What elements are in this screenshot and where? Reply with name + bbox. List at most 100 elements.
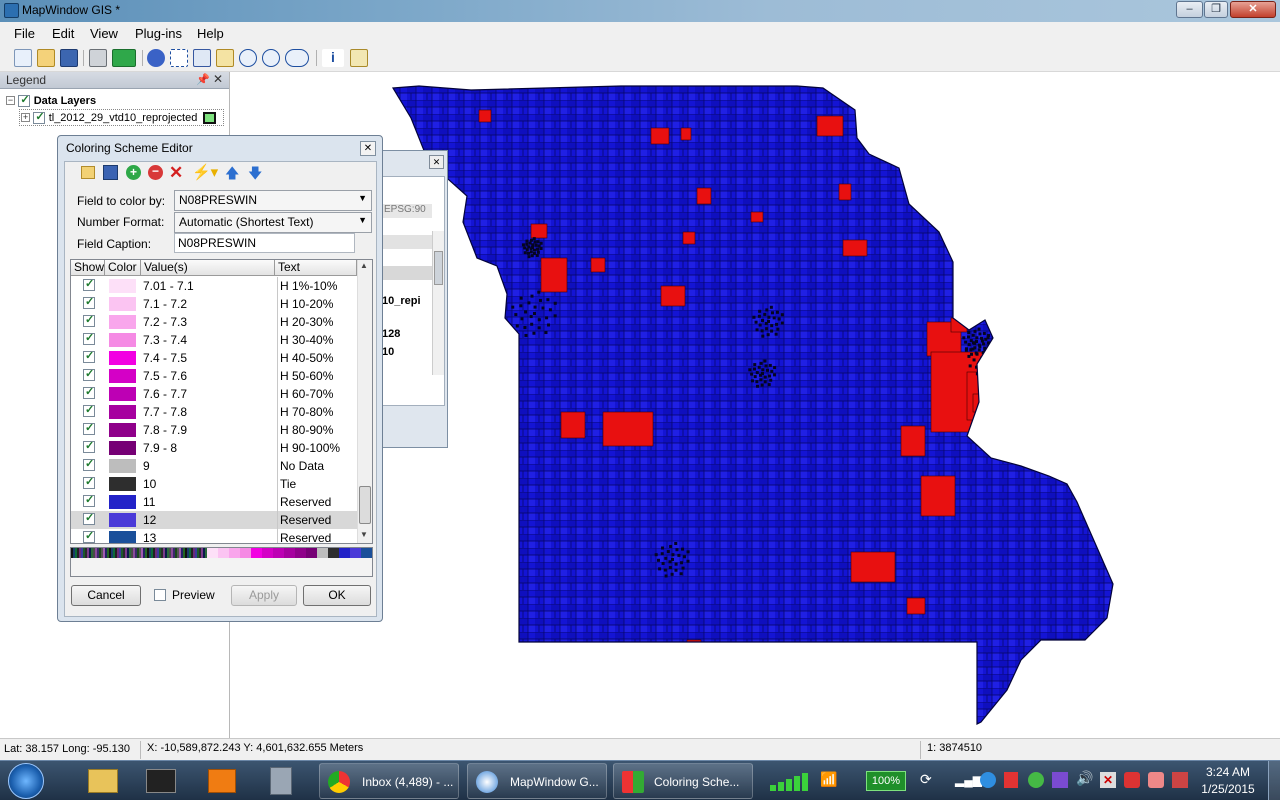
flag-tray-icon[interactable] <box>1172 772 1188 788</box>
clear-all-icon[interactable]: ✕ <box>169 163 183 183</box>
table-row[interactable]: 7.9 - 8 H 90-100% <box>71 439 357 457</box>
table-row[interactable]: 7.7 - 7.8 H 70-80% <box>71 403 357 421</box>
move-down-icon[interactable]: 🡇 <box>248 163 262 187</box>
row-text[interactable]: H 50-60% <box>277 367 333 385</box>
color-swatch[interactable] <box>109 297 136 311</box>
apply-button[interactable]: Apply <box>231 585 297 606</box>
field-to-color-select[interactable]: N08PRESWIN ▼ <box>174 190 372 211</box>
col-color[interactable]: Color <box>105 260 141 276</box>
task-inbox[interactable]: Inbox (4,489) - ... <box>319 763 459 799</box>
explorer-icon[interactable] <box>88 769 118 793</box>
row-text[interactable]: H 60-70% <box>277 385 333 403</box>
zoom-extent-icon[interactable] <box>285 49 309 67</box>
minimize-button[interactable]: – <box>1176 1 1203 18</box>
signal-strength-icon[interactable] <box>770 773 814 791</box>
show-checkbox[interactable] <box>83 529 95 543</box>
zoom-out-icon[interactable] <box>262 49 280 67</box>
generate-scheme-icon[interactable]: ⚡▾ <box>192 163 218 181</box>
info-icon[interactable]: i <box>322 49 344 67</box>
row-value[interactable]: 12 <box>143 513 156 527</box>
row-text[interactable]: Reserved <box>277 511 331 529</box>
group-checkbox[interactable] <box>18 93 31 107</box>
show-checkbox[interactable] <box>83 277 95 291</box>
show-checkbox[interactable] <box>83 385 95 399</box>
color-swatch[interactable] <box>109 405 136 419</box>
table-row[interactable]: 9 No Data <box>71 457 357 475</box>
color-swatch[interactable] <box>109 423 136 437</box>
table-row[interactable]: 7.5 - 7.6 H 50-60% <box>71 367 357 385</box>
row-value[interactable]: 10 <box>143 477 156 491</box>
menu-view[interactable]: View <box>90 26 118 41</box>
number-format-select[interactable]: Automatic (Shortest Text) ▼ <box>174 212 372 233</box>
menu-plugins[interactable]: Plug-ins <box>135 26 182 41</box>
app-pinned-icon[interactable] <box>146 769 176 793</box>
show-checkbox[interactable] <box>83 367 95 381</box>
show-checkbox[interactable] <box>83 493 95 507</box>
row-value[interactable]: 13 <box>143 531 156 543</box>
select-icon[interactable] <box>170 49 188 67</box>
row-value[interactable]: 7.3 - 7.4 <box>143 333 187 347</box>
open-scheme-icon[interactable] <box>81 166 95 179</box>
maximize-button[interactable]: ❐ <box>1204 1 1228 18</box>
scroll-down-icon[interactable]: ▼ <box>360 530 368 539</box>
print-icon[interactable] <box>89 49 107 67</box>
show-checkbox[interactable] <box>83 331 95 345</box>
row-value[interactable]: 9 <box>143 459 150 473</box>
field-caption-input[interactable]: N08PRESWIN <box>174 233 355 253</box>
table-row[interactable]: 7.01 - 7.1 H 1%-10% <box>71 277 357 295</box>
color-swatch[interactable] <box>109 387 136 401</box>
media-player-icon[interactable] <box>208 769 236 793</box>
data-layers-group[interactable]: − Data Layers <box>6 93 96 107</box>
color-swatch[interactable] <box>109 369 136 383</box>
network-icon[interactable]: ▂▄▆ <box>955 773 982 787</box>
close-button[interactable]: ✕ <box>1230 1 1276 18</box>
layer-item[interactable]: + tl_2012_29_vtd10_reprojected <box>19 109 224 126</box>
remove-break-icon[interactable]: − <box>148 165 163 180</box>
table-row[interactable]: 12 Reserved <box>71 511 357 529</box>
chat-tray-icon[interactable] <box>1148 772 1164 788</box>
ok-button[interactable]: OK <box>303 585 371 606</box>
menu-edit[interactable]: Edit <box>52 26 74 41</box>
layer-checkbox[interactable] <box>33 110 46 124</box>
row-text[interactable]: H 10-20% <box>277 295 333 313</box>
props-scrollbar[interactable] <box>432 231 444 375</box>
show-checkbox[interactable] <box>83 295 95 309</box>
new-project-icon[interactable] <box>14 49 32 67</box>
row-text[interactable]: Tie <box>277 475 296 493</box>
row-text[interactable]: H 80-90% <box>277 421 333 439</box>
save-icon[interactable] <box>60 49 78 67</box>
col-text[interactable]: Text <box>275 260 357 276</box>
volume-icon[interactable]: 🔊 <box>1076 770 1093 787</box>
row-text[interactable]: H 70-80% <box>277 403 333 421</box>
browser-tray-icon[interactable] <box>980 772 996 788</box>
row-value[interactable]: 7.01 - 7.1 <box>143 279 194 293</box>
row-value[interactable]: 7.6 - 7.7 <box>143 387 187 401</box>
row-text[interactable]: H 1%-10% <box>277 277 337 295</box>
show-checkbox[interactable] <box>83 349 95 363</box>
row-value[interactable]: 7.4 - 7.5 <box>143 351 187 365</box>
row-text[interactable]: H 40-50% <box>277 349 333 367</box>
expand-icon[interactable]: + <box>21 113 30 123</box>
row-value[interactable]: 7.8 - 7.9 <box>143 423 187 437</box>
show-checkbox[interactable] <box>83 439 95 453</box>
legend-close-icon[interactable]: ✕ <box>213 72 223 86</box>
battery-indicator[interactable]: 100% <box>866 771 906 791</box>
row-text[interactable]: Reserved <box>277 529 331 543</box>
layer-color-swatch[interactable] <box>203 112 216 124</box>
task-mapwindow[interactable]: MapWindow G... <box>467 763 607 799</box>
collapse-icon[interactable]: − <box>6 96 15 106</box>
pdf-tray-icon[interactable] <box>1004 772 1018 788</box>
color-swatch[interactable] <box>109 513 136 527</box>
row-text[interactable]: H 90-100% <box>277 439 340 457</box>
menu-help[interactable]: Help <box>197 26 224 41</box>
color-swatch[interactable] <box>109 495 136 509</box>
show-desktop-button[interactable] <box>1268 761 1280 800</box>
scroll-thumb[interactable] <box>359 486 371 524</box>
props-close-icon[interactable]: ✕ <box>429 155 444 169</box>
open-folder-icon[interactable] <box>37 49 55 67</box>
cancel-button[interactable]: Cancel <box>71 585 141 606</box>
pinned-tool-icon[interactable] <box>270 767 292 795</box>
show-checkbox[interactable] <box>83 457 95 471</box>
table-row[interactable]: 7.2 - 7.3 H 20-30% <box>71 313 357 331</box>
sync-tray-icon[interactable] <box>1028 772 1044 788</box>
